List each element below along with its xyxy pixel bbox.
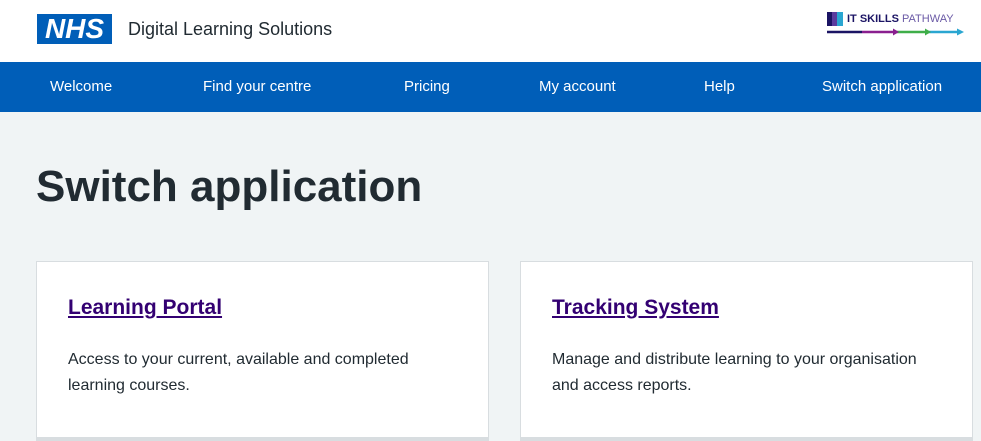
service-name: Digital Learning Solutions xyxy=(128,18,333,39)
pathway-arrow-icon xyxy=(827,28,964,36)
nav-item-my-account[interactable]: My account xyxy=(539,62,616,112)
nav-item-find-your-centre[interactable]: Find your centre xyxy=(203,62,311,112)
it-skills-pathway-logo: IT SKILLS PATHWAY xyxy=(827,12,965,38)
nav-item-help[interactable]: Help xyxy=(704,62,735,112)
nav-item-welcome[interactable]: Welcome xyxy=(50,62,112,112)
home-logo-link[interactable]: NHS Digital Learning Solutions xyxy=(37,14,332,44)
tracking-system-description: Manage and distribute learning to your o… xyxy=(552,351,917,394)
card-tracking-system: Tracking System Manage and distribute le… xyxy=(520,261,973,441)
site-header: NHS Digital Learning Solutions IT SKILLS… xyxy=(0,0,981,62)
page-title: Switch application xyxy=(36,162,423,211)
learning-portal-description: Access to your current, available and co… xyxy=(68,351,409,394)
main-navigation: Welcome Find your centre Pricing My acco… xyxy=(0,62,981,112)
nav-item-pricing[interactable]: Pricing xyxy=(404,62,450,112)
card-learning-portal: Learning Portal Access to your current, … xyxy=(36,261,489,441)
nhs-logo: NHS xyxy=(37,14,112,44)
learning-portal-link[interactable]: Learning Portal xyxy=(68,296,222,320)
tracking-system-link[interactable]: Tracking System xyxy=(552,296,719,320)
nav-item-switch-application[interactable]: Switch application xyxy=(822,62,942,112)
nhs-logo-text: NHS xyxy=(44,13,105,44)
